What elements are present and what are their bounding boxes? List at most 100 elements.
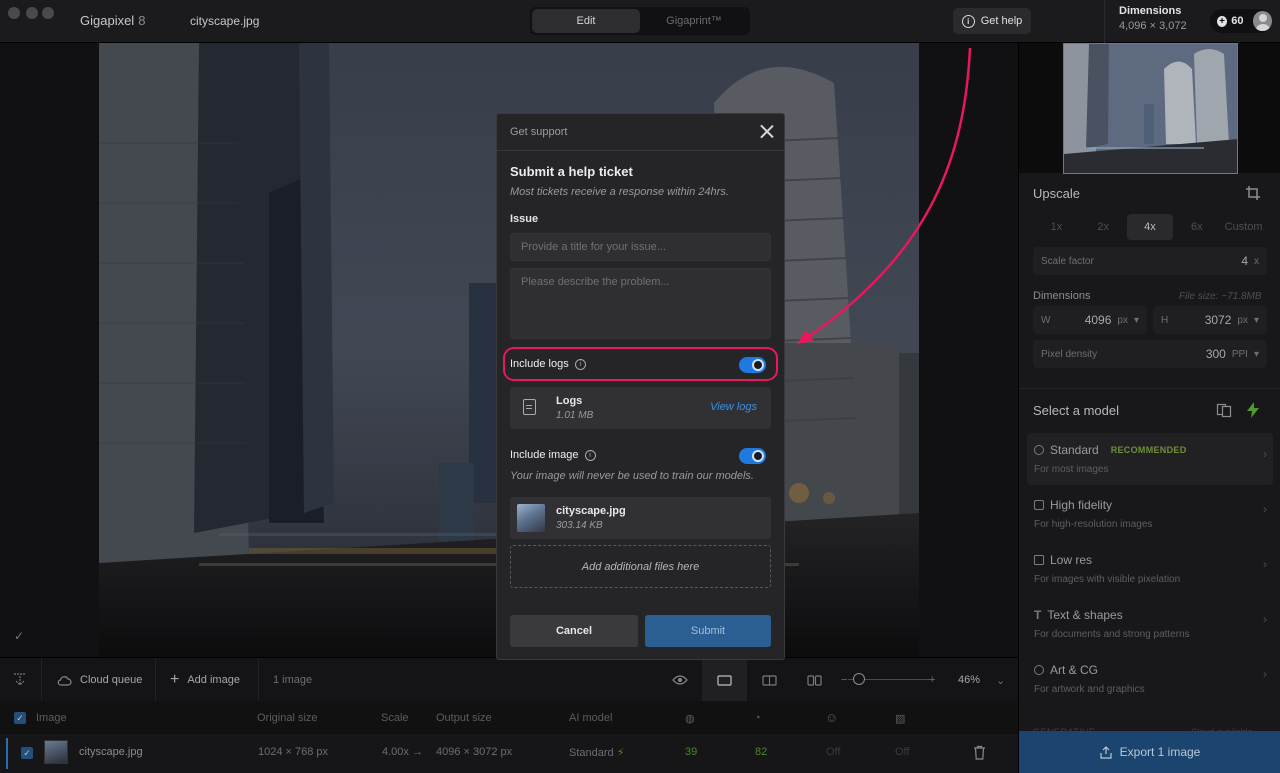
import-button[interactable] [13,658,27,702]
file-dropzone[interactable]: Add additional files here [510,545,771,588]
row-checkbox[interactable]: ✓ [21,747,33,759]
row-model: Standard ⚡ [569,747,625,759]
scale-4x[interactable]: 4x [1126,214,1174,240]
image-table-header: ✓ Image Original size Scale Output size … [0,701,1018,734]
zoom-slider-handle[interactable] [853,673,865,685]
window-close-dot[interactable] [8,7,20,19]
navigator [1019,43,1280,174]
lightning-icon[interactable] [1246,402,1260,418]
image-name: cityscape.jpg [556,505,626,517]
avatar[interactable] [1253,11,1272,31]
cancel-button[interactable]: Cancel [510,615,638,647]
zoom-level[interactable]: 46% [958,658,980,702]
check-icon[interactable]: ✓ [14,629,24,643]
dialog-title: Submit a help ticket [510,164,633,179]
dialog-header-title: Get support [510,126,568,138]
width-field[interactable]: W 4096 px ▾ [1033,306,1147,334]
view-single-button[interactable] [717,658,732,702]
tab-edit[interactable]: Edit [532,9,640,33]
include-logs-label: Include logs [510,358,569,370]
width-unit: px [1117,314,1128,326]
pixel-density-field[interactable]: Pixel density 300 PPI ▾ [1033,340,1267,368]
issue-description-textarea[interactable] [510,268,771,339]
row-selection-indicator [6,738,8,769]
model-name: Art & CG [1050,663,1099,677]
issue-label: Issue [510,213,539,225]
model-standard[interactable]: Standard RECOMMENDED For most images › [1027,433,1273,485]
model-name: Text & shapes [1047,608,1123,622]
logs-name: Logs [556,395,583,407]
col-original-size[interactable]: Original size [257,712,318,724]
info-icon[interactable]: i [574,358,586,370]
drop-icon: ◍ [685,713,695,725]
dialog-header: Get support [497,114,784,151]
divider [1019,388,1280,389]
current-file-name: cityscape.jpg [190,14,260,28]
trash-icon[interactable] [973,745,986,760]
view-side-by-side-button[interactable] [807,658,822,702]
dimensions-label: Dimensions [1033,290,1091,302]
zoom-in-button[interactable]: + [929,658,935,702]
model-high-fidelity[interactable]: High fidelity For high-resolution images… [1027,488,1273,540]
col-output-size[interactable]: Output size [436,712,492,724]
table-row[interactable]: ✓ cityscape.jpg 1024 × 768 px 4.00x → 40… [0,734,1018,773]
add-image-button[interactable]: + Add image [170,658,240,702]
scale-6x[interactable]: 6x [1173,214,1220,240]
model-text-shapes[interactable]: T Text & shapes For documents and strong … [1027,598,1273,650]
issue-title-input[interactable] [510,233,771,261]
compare-icon[interactable] [1216,402,1232,418]
window-zoom-dot[interactable] [42,7,54,19]
scale-custom[interactable]: Custom [1220,214,1267,240]
pixel-density-unit: PPI [1231,348,1248,360]
chevron-down-icon[interactable]: ⌄ [996,658,1005,702]
credits-badge[interactable]: + 60 [1210,9,1272,33]
scale-factor-field[interactable]: Scale factor 4 x [1033,247,1267,275]
row-output-size: 4096 × 3072 px [436,746,513,758]
single-view-icon [717,674,732,686]
info-icon[interactable]: i [584,449,596,461]
mode-switch: Edit Gigaprint™ [530,7,750,35]
model-description: For documents and strong patterns [1034,629,1190,640]
divider [155,658,156,702]
crop-icon[interactable] [1245,185,1261,201]
view-logs-link[interactable]: View logs [710,401,757,413]
row-original-size: 1024 × 768 px [258,746,329,758]
scale-2x[interactable]: 2x [1080,214,1127,240]
model-art-cg[interactable]: Art & CG For artwork and graphics › [1027,653,1273,705]
col-scale[interactable]: Scale [381,712,409,724]
scale-1x[interactable]: 1x [1033,214,1080,240]
submit-button[interactable]: Submit [645,615,771,647]
zoom-out-button[interactable]: − [841,658,847,702]
file-size-estimate: File size: ~71.8MB [1179,291,1262,302]
get-support-dialog: Get support Submit a help ticket Most ti… [496,113,785,660]
split-view-icon [762,674,777,686]
tab-gigaprint[interactable]: Gigaprint™ [640,9,748,33]
include-image-toggle[interactable] [739,448,766,464]
cloud-queue-button[interactable]: Cloud queue [57,658,142,702]
eye-icon [672,675,688,685]
title-bar: Gigapixel 8 cityscape.jpg Edit Gigaprint™… [0,0,1280,43]
navigator-thumbnail[interactable] [1063,43,1238,174]
height-unit: px [1237,314,1248,326]
preview-toggle[interactable] [672,658,688,702]
dialog-subtitle: Most tickets receive a response within 2… [510,186,729,198]
model-low-res[interactable]: Low res For images with visible pixelati… [1027,543,1273,595]
globe-icon [1034,445,1044,455]
image-thumbnail [517,504,545,532]
model-name: Standard [1050,443,1099,457]
height-label: H [1161,314,1169,326]
window-minimize-dot[interactable] [26,7,38,19]
include-logs-toggle[interactable] [739,357,766,373]
height-field[interactable]: H 3072 px ▾ [1153,306,1267,334]
col-image[interactable]: Image [36,712,67,724]
cloud-queue-label: Cloud queue [80,674,143,686]
row-face-off: Off [826,746,841,758]
logs-card: Logs 1.01 MB View logs [510,387,771,429]
get-help-button[interactable]: i Get help [953,8,1031,34]
close-icon[interactable] [760,124,774,138]
col-ai-model[interactable]: AI model [569,712,612,724]
view-split-button[interactable] [762,658,777,702]
model-name: High fidelity [1050,498,1113,512]
select-all-checkbox[interactable]: ✓ [14,712,26,724]
export-button[interactable]: Export 1 image [1019,731,1280,773]
